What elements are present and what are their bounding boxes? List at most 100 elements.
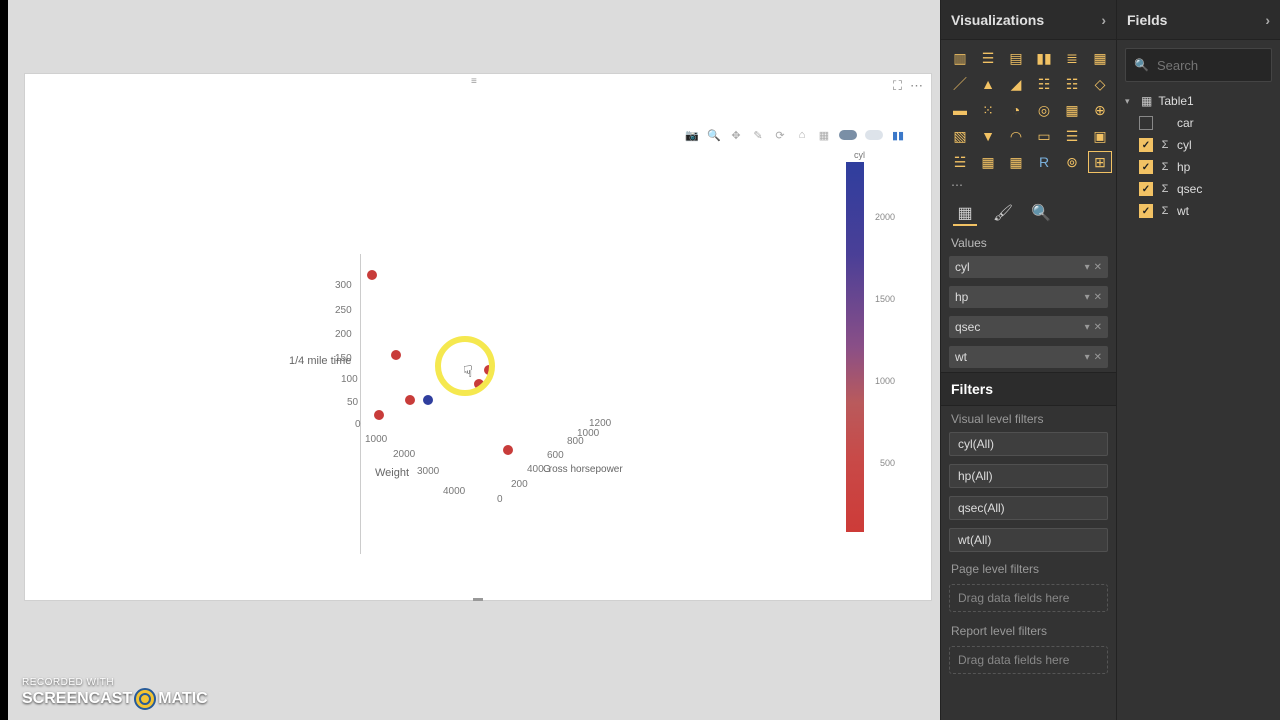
viz-combo2-icon[interactable]: ☷ — [1061, 74, 1083, 94]
viz-table-icon[interactable]: ▦ — [977, 152, 999, 172]
visual-drag-handle-bottom[interactable]: ▬ — [473, 593, 483, 604]
collapse-vis-icon[interactable]: › — [1101, 12, 1106, 28]
viz-map-icon[interactable]: ⊕ — [1089, 100, 1111, 120]
viz-stacked-col-icon[interactable]: ▤ — [1005, 48, 1027, 68]
viz-arcgis-icon[interactable]: ⊚ — [1061, 152, 1083, 172]
report-level-drop[interactable]: Drag data fields here — [949, 646, 1108, 674]
viz-kpi-icon[interactable]: ▣ — [1089, 126, 1111, 146]
well-item-cyl[interactable]: cyl▾✕ — [949, 256, 1108, 278]
viz-card-icon[interactable]: ▭ — [1033, 126, 1055, 146]
chart-3d-scatter[interactable]: 300 250 200 150 100 50 0 1/4 mile time 1… — [275, 224, 645, 584]
filter-wt[interactable]: wt(All) — [949, 528, 1108, 552]
report-canvas[interactable]: ≡ ▬ ⛶ ⋯ 📷 🔍 ✥ ✎ ⟳ ⌂ ▦ ▮▮ cyl 2000 1500 — [8, 0, 940, 720]
field-qsec[interactable]: ✓ Σ qsec — [1137, 178, 1274, 200]
checkbox-icon[interactable] — [1139, 116, 1153, 130]
data-point[interactable] — [391, 350, 401, 360]
screencast-watermark: RECORDED WITH SCREENCAST MATIC — [22, 677, 208, 710]
viz-matrix-icon[interactable]: ▦ — [1005, 152, 1027, 172]
orbit-icon[interactable]: ✎ — [751, 128, 765, 142]
field-hp[interactable]: ✓ Σ hp — [1137, 156, 1274, 178]
viz-filled-map-icon[interactable]: ▧ — [949, 126, 971, 146]
remove-icon[interactable]: ✕ — [1094, 322, 1102, 333]
page-level-drop[interactable]: Drag data fields here — [949, 584, 1108, 612]
collapse-fields-icon[interactable]: › — [1265, 12, 1270, 28]
viz-custom-icon[interactable]: ⊞ — [1089, 152, 1111, 172]
toggle-a-icon[interactable] — [839, 130, 857, 140]
y-tick: 100 — [341, 374, 358, 385]
filter-cyl[interactable]: cyl(All) — [949, 432, 1108, 456]
zoom-icon[interactable]: 🔍 — [707, 128, 721, 142]
viz-r-icon[interactable]: R — [1033, 152, 1055, 172]
checkbox-checked-icon[interactable]: ✓ — [1139, 204, 1153, 218]
viz-waterfall-icon[interactable]: ▬ — [949, 100, 971, 120]
field-wt[interactable]: ✓ Σ wt — [1137, 200, 1274, 222]
table-node[interactable]: ▾ ▦ Table1 — [1123, 90, 1274, 112]
chevron-down-icon[interactable]: ▾ — [1085, 322, 1090, 333]
reset-icon[interactable]: ⌂ — [795, 128, 809, 142]
viz-combo1-icon[interactable]: ☷ — [1033, 74, 1055, 94]
fields-well-tab-icon[interactable]: ▦ — [953, 202, 977, 226]
checkbox-checked-icon[interactable]: ✓ — [1139, 182, 1153, 196]
viz-slicer-icon[interactable]: ☱ — [949, 152, 971, 172]
remove-icon[interactable]: ✕ — [1094, 352, 1102, 363]
data-point[interactable] — [474, 379, 484, 389]
analytics-tab-icon[interactable]: 🔍 — [1029, 202, 1053, 226]
well-item-wt[interactable]: wt▾✕ — [949, 346, 1108, 368]
data-point[interactable] — [405, 395, 415, 405]
viz-area-icon[interactable]: ▲ — [977, 74, 999, 94]
data-point[interactable] — [374, 410, 384, 420]
plotly-logo-icon[interactable]: ▮▮ — [891, 128, 905, 142]
viz-100col-icon[interactable]: ▦ — [1089, 48, 1111, 68]
filter-qsec[interactable]: qsec(All) — [949, 496, 1108, 520]
search-input[interactable] — [1157, 58, 1280, 73]
toggle-b-icon[interactable] — [865, 130, 883, 140]
checkbox-checked-icon[interactable]: ✓ — [1139, 160, 1153, 174]
viz-multirow-icon[interactable]: ☰ — [1061, 126, 1083, 146]
well-item-hp[interactable]: hp▾✕ — [949, 286, 1108, 308]
fields-search[interactable]: 🔍 — [1125, 48, 1272, 82]
field-label: hp — [1177, 160, 1190, 174]
viz-clustered-bar-icon[interactable]: ☰ — [977, 48, 999, 68]
hp-tick: 0 — [497, 494, 503, 505]
remove-icon[interactable]: ✕ — [1094, 292, 1102, 303]
data-point[interactable] — [503, 445, 513, 455]
viz-ribbon-icon[interactable]: ◇ — [1089, 74, 1111, 94]
camera-icon[interactable]: 📷 — [685, 128, 699, 142]
pan-icon[interactable]: ✥ — [729, 128, 743, 142]
viz-scatter-icon[interactable]: ⁙ — [977, 100, 999, 120]
chevron-down-icon[interactable]: ▾ — [1085, 352, 1090, 363]
viz-more-icon[interactable]: ⋯ — [941, 176, 1116, 194]
data-point[interactable] — [484, 365, 494, 375]
field-cyl[interactable]: ✓ Σ cyl — [1137, 134, 1274, 156]
visual-drag-handle-top[interactable]: ≡ — [471, 76, 485, 82]
viz-100bar-icon[interactable]: ≣ — [1061, 48, 1083, 68]
viz-gauge-icon[interactable]: ◠ — [1005, 126, 1027, 146]
filter-hp[interactable]: hp(All) — [949, 464, 1108, 488]
field-car[interactable]: car — [1137, 112, 1274, 134]
turntable-icon[interactable]: ⟳ — [773, 128, 787, 142]
viz-clustered-col-icon[interactable]: ▮▮ — [1033, 48, 1055, 68]
focus-mode-icon[interactable]: ⛶ — [893, 78, 902, 94]
visual-container[interactable]: ≡ ▬ ⛶ ⋯ 📷 🔍 ✥ ✎ ⟳ ⌂ ▦ ▮▮ cyl 2000 1500 — [24, 73, 932, 601]
page-level-label: Page level filters — [941, 556, 1116, 578]
viz-line-icon[interactable]: ／ — [949, 74, 971, 94]
viz-funnel-icon[interactable]: ▼ — [977, 126, 999, 146]
colorbar-title: cyl — [854, 150, 865, 160]
checkbox-checked-icon[interactable]: ✓ — [1139, 138, 1153, 152]
chevron-down-icon[interactable]: ▾ — [1085, 292, 1090, 303]
viz-stacked-area-icon[interactable]: ◢ — [1005, 74, 1027, 94]
remove-icon[interactable]: ✕ — [1094, 262, 1102, 273]
data-point[interactable] — [423, 395, 433, 405]
chevron-down-icon[interactable]: ▾ — [1085, 262, 1090, 273]
data-point[interactable] — [367, 270, 377, 280]
format-tab-icon[interactable]: 🖌 — [991, 202, 1015, 226]
plotly-modebar: 📷 🔍 ✥ ✎ ⟳ ⌂ ▦ ▮▮ — [685, 128, 905, 142]
well-item-qsec[interactable]: qsec▾✕ — [949, 316, 1108, 338]
viz-stacked-bar-icon[interactable]: ▥ — [949, 48, 971, 68]
viz-pie-icon[interactable]: ◔ — [1005, 100, 1027, 120]
visual-more-icon[interactable]: ⋯ — [910, 78, 923, 94]
boxselect-icon[interactable]: ▦ — [817, 128, 831, 142]
viz-donut-icon[interactable]: ◎ — [1033, 100, 1055, 120]
fields-panel: Fields › 🔍 ▾ ▦ Table1 car ✓ Σ — [1116, 0, 1280, 720]
viz-treemap-icon[interactable]: ▦ — [1061, 100, 1083, 120]
